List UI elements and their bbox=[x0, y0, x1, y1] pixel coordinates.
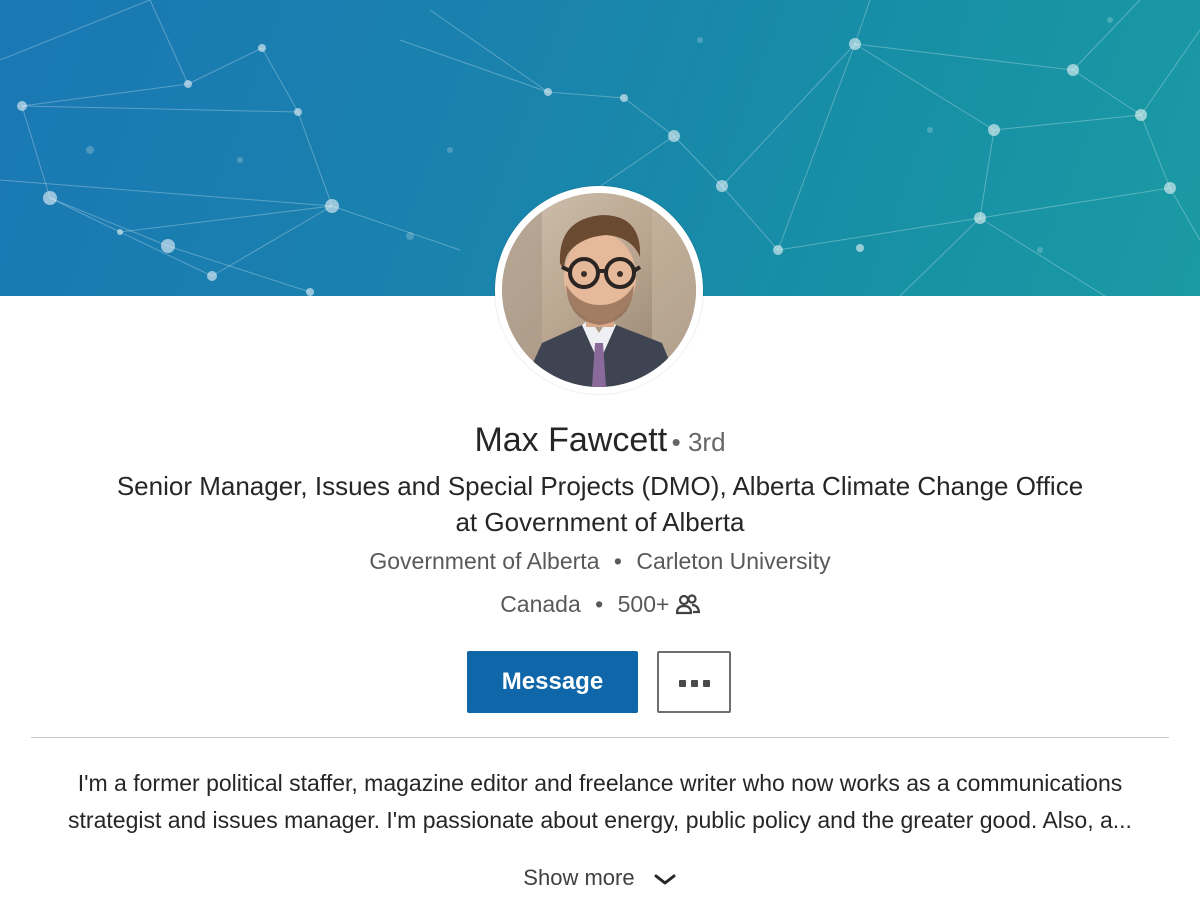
chevron-down-icon bbox=[654, 874, 676, 885]
name-line: Max Fawcett • 3rd bbox=[0, 416, 1200, 471]
avatar[interactable] bbox=[502, 193, 696, 387]
show-more-button[interactable]: Show more bbox=[0, 861, 1200, 895]
about-line-1: I'm a former political staffer, magazine… bbox=[77, 770, 1123, 796]
message-button[interactable]: Message bbox=[467, 651, 638, 713]
profile-photo bbox=[502, 193, 696, 387]
headline-line-2: at Government of Alberta bbox=[455, 507, 745, 537]
section-divider bbox=[31, 737, 1169, 738]
profile-name: Max Fawcett bbox=[474, 421, 668, 459]
location: Canada bbox=[500, 591, 581, 617]
connections-count: 500+ bbox=[617, 591, 670, 617]
headline-line-1: Senior Manager, Issues and Special Proje… bbox=[116, 471, 1084, 501]
more-actions-button[interactable] bbox=[657, 651, 731, 713]
school-link[interactable]: Carleton University bbox=[636, 548, 830, 574]
profile-headline: Senior Manager, Issues and Special Proje… bbox=[80, 468, 1120, 540]
about-line-2: strategist and issues manager. I'm passi… bbox=[68, 807, 1132, 833]
degree-separator: • bbox=[671, 427, 688, 457]
experience-education-line: Government of Alberta • Carleton Univers… bbox=[0, 544, 1200, 578]
people-icon bbox=[675, 594, 701, 615]
location-line: Canada • 500+ bbox=[0, 587, 1200, 621]
dot-separator: • bbox=[613, 548, 622, 574]
show-more-label: Show more bbox=[523, 865, 635, 890]
current-company-link[interactable]: Government of Alberta bbox=[369, 548, 599, 574]
dot-separator: • bbox=[595, 591, 604, 617]
connection-degree: 3rd bbox=[687, 427, 726, 457]
about-summary: I'm a former political staffer, magazine… bbox=[34, 765, 1166, 839]
